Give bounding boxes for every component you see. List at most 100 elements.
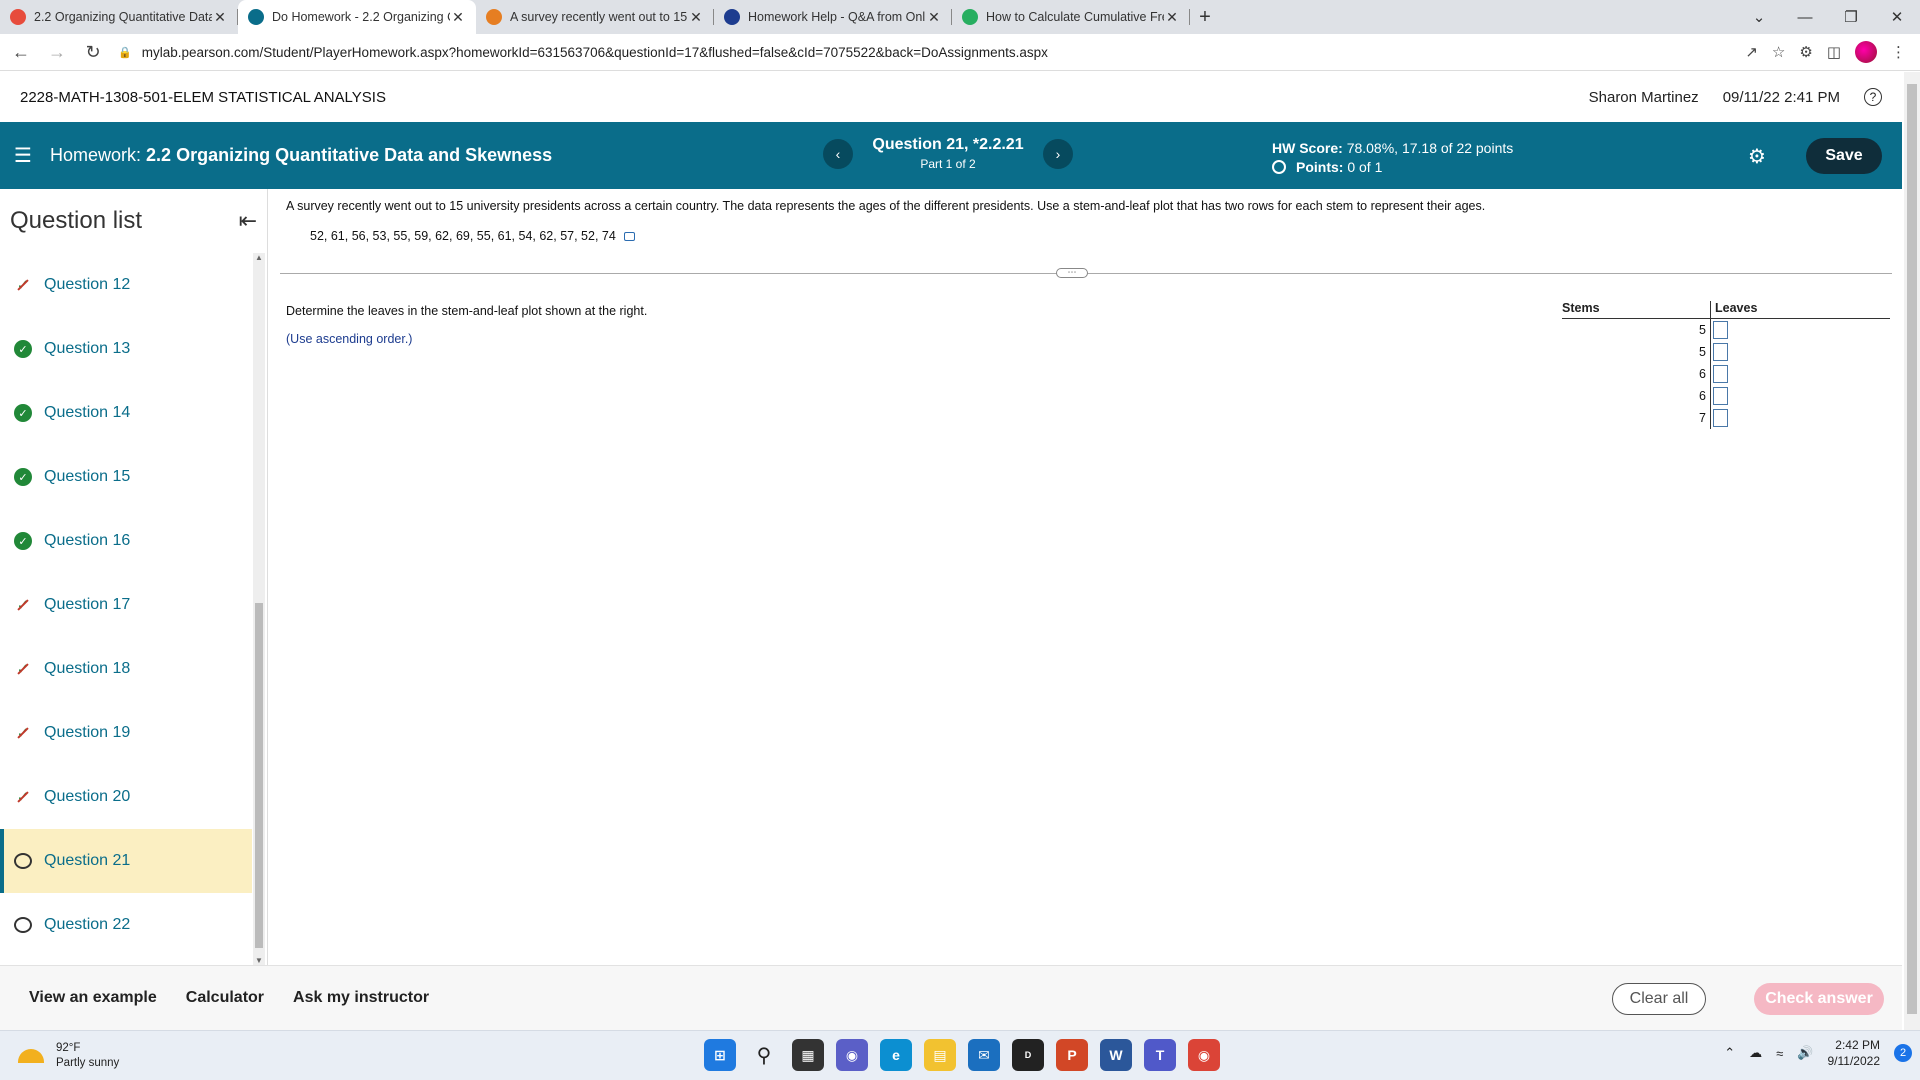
sidebar-scrollbar[interactable]: ▲ ▼	[253, 253, 265, 965]
tab-close-icon[interactable]: ✕	[926, 9, 942, 26]
word-icon[interactable]: W	[1100, 1039, 1132, 1071]
scroll-up-icon[interactable]: ▲	[253, 253, 265, 262]
url-field[interactable]: 🔒 mylab.pearson.com/Student/PlayerHomewo…	[118, 45, 1745, 60]
powerpoint-icon[interactable]: P	[1056, 1039, 1088, 1071]
browser-tab-1[interactable]: Do Homework - 2.2 Organizing Q ✕	[238, 0, 476, 34]
page-scroll-thumb[interactable]	[1907, 84, 1917, 1014]
tab-close-icon[interactable]: ✕	[1164, 9, 1180, 26]
tab-close-icon[interactable]: ✕	[688, 9, 704, 26]
mail-icon[interactable]: ✉	[968, 1039, 1000, 1071]
collapse-sidebar-icon[interactable]: ⇤	[239, 208, 257, 234]
clear-all-button[interactable]: Clear all	[1612, 983, 1706, 1015]
next-question-button[interactable]: ›	[1043, 138, 1073, 169]
copy-data-icon[interactable]	[623, 231, 635, 241]
stem-leaf-row: 6	[1562, 363, 1890, 385]
chat-icon[interactable]: ◉	[836, 1039, 868, 1071]
leaf-input[interactable]	[1713, 365, 1728, 383]
minimize-icon[interactable]: —	[1782, 0, 1828, 34]
back-icon[interactable]: ←	[6, 37, 36, 67]
tab-search-icon[interactable]: ⌄	[1736, 0, 1782, 34]
browser-tab-3[interactable]: Homework Help - Q&A from Onl ✕	[714, 0, 952, 34]
question-list-item[interactable]: ✓ Question 19	[0, 701, 252, 765]
bottom-toolbar: View an example Calculator Ask my instru…	[0, 965, 1902, 1030]
homework-banner: ☰ Homework: 2.2 Organizing Quantitative …	[0, 122, 1902, 189]
points-value: 0 of 1	[1347, 159, 1383, 175]
more-menu-icon[interactable]: ⋮	[1891, 43, 1906, 61]
save-button[interactable]: Save	[1806, 138, 1882, 174]
previous-question-button[interactable]: ‹	[823, 138, 853, 169]
hw-score-label: HW Score:	[1272, 140, 1343, 156]
page-scrollbar[interactable]	[1904, 72, 1920, 1030]
sidebar-scroll-thumb[interactable]	[255, 603, 263, 948]
reload-icon[interactable]: ↻	[78, 37, 108, 67]
question-list-item[interactable]: ✓ Question 17	[0, 573, 252, 637]
new-tab-button[interactable]: +	[1190, 0, 1220, 34]
lock-icon[interactable]: 🔒	[118, 46, 132, 59]
question-list-item[interactable]: ✓ Question 13	[0, 317, 252, 381]
tab-favicon-icon	[248, 9, 264, 25]
question-list-item[interactable]: ✓ Question 12	[0, 253, 252, 317]
question-list-item[interactable]: ✓ Question 16	[0, 509, 252, 573]
points-label: Points:	[1296, 159, 1344, 175]
tray-overflow-icon[interactable]: ⌃	[1724, 1045, 1735, 1061]
question-list-item[interactable]: ✓ Question 18	[0, 637, 252, 701]
tab-close-icon[interactable]: ✕	[450, 9, 466, 26]
task-view-icon[interactable]: ▦	[792, 1039, 824, 1071]
volume-icon[interactable]: 🔊	[1797, 1045, 1813, 1061]
stem-leaf-row: 5	[1562, 319, 1890, 341]
user-name[interactable]: Sharon Martinez	[1589, 89, 1699, 106]
leaf-input[interactable]	[1713, 343, 1728, 361]
onedrive-icon[interactable]: ☁	[1749, 1045, 1762, 1061]
wifi-icon[interactable]: ≈	[1776, 1046, 1783, 1061]
question-list-item[interactable]: ✓ Question 14	[0, 381, 252, 445]
question-list-item[interactable]: Question 22	[0, 893, 252, 957]
share-icon[interactable]: ↗	[1745, 43, 1758, 61]
scroll-down-icon[interactable]: ▼	[253, 956, 265, 965]
stem-value: 5	[1699, 323, 1706, 337]
file-explorer-icon[interactable]: ▤	[924, 1039, 956, 1071]
teams-icon[interactable]: T	[1144, 1039, 1176, 1071]
browser-tab-2[interactable]: A survey recently went out to 15 ✕	[476, 0, 714, 34]
browser-tab-4[interactable]: How to Calculate Cumulative Fre ✕	[952, 0, 1190, 34]
restore-icon[interactable]: ❐	[1828, 0, 1874, 34]
tab-favicon-icon	[486, 9, 502, 25]
bookmark-star-icon[interactable]: ☆	[1772, 43, 1785, 61]
correct-check-icon: ✓	[14, 532, 32, 550]
close-window-icon[interactable]: ✕	[1874, 0, 1920, 34]
notification-badge[interactable]: 2	[1894, 1044, 1912, 1062]
browser-tab-0[interactable]: 2.2 Organizing Quantitative Data ✕	[0, 0, 238, 34]
help-icon[interactable]: ?	[1864, 88, 1882, 106]
profile-avatar[interactable]	[1855, 41, 1877, 63]
view-example-link[interactable]: View an example	[29, 989, 157, 1007]
toolbar-icons: ↗ ☆ ⚙ ◫ ⋮	[1745, 41, 1906, 63]
side-panel-icon[interactable]: ◫	[1827, 43, 1841, 61]
clock[interactable]: 2:42 PM 9/11/2022	[1828, 1037, 1881, 1069]
leaf-input[interactable]	[1713, 409, 1728, 427]
leaf-input[interactable]	[1713, 321, 1728, 339]
dell-icon[interactable]: D	[1012, 1039, 1044, 1071]
start-windows-icon[interactable]: ⊞	[704, 1039, 736, 1071]
settings-gear-icon[interactable]: ⚙	[1748, 144, 1766, 169]
chrome-icon[interactable]: ◉	[1188, 1039, 1220, 1071]
check-answer-button[interactable]: Check answer	[1754, 983, 1884, 1015]
divider-handle[interactable]: ⋯	[1056, 268, 1088, 278]
question-list-item[interactable]: Question 21	[0, 829, 252, 893]
hw-score: HW Score: 78.08%, 17.18 of 22 points	[1272, 140, 1513, 156]
tab-title: A survey recently went out to 15	[510, 10, 688, 24]
menu-icon[interactable]: ☰	[14, 143, 36, 168]
extensions-icon[interactable]: ⚙	[1799, 43, 1812, 61]
forward-icon[interactable]: →	[42, 37, 72, 67]
question-list-item[interactable]: ✓ Question 15	[0, 445, 252, 509]
points-status-icon	[1272, 160, 1286, 174]
edge-browser-icon[interactable]: e	[880, 1039, 912, 1071]
weather-widget[interactable]: 92°F Partly sunny	[18, 1041, 119, 1071]
partial-credit-icon: ✓	[14, 596, 32, 614]
search-icon[interactable]: ⚲	[748, 1039, 780, 1071]
leaf-input[interactable]	[1713, 387, 1728, 405]
ask-instructor-link[interactable]: Ask my instructor	[293, 989, 429, 1007]
stem-value: 7	[1699, 411, 1706, 425]
question-info: Question 21, *2.2.21 Part 1 of 2	[853, 136, 1043, 171]
tab-close-icon[interactable]: ✕	[212, 9, 228, 26]
question-list-item[interactable]: ✓ Question 20	[0, 765, 252, 829]
calculator-link[interactable]: Calculator	[186, 989, 264, 1007]
